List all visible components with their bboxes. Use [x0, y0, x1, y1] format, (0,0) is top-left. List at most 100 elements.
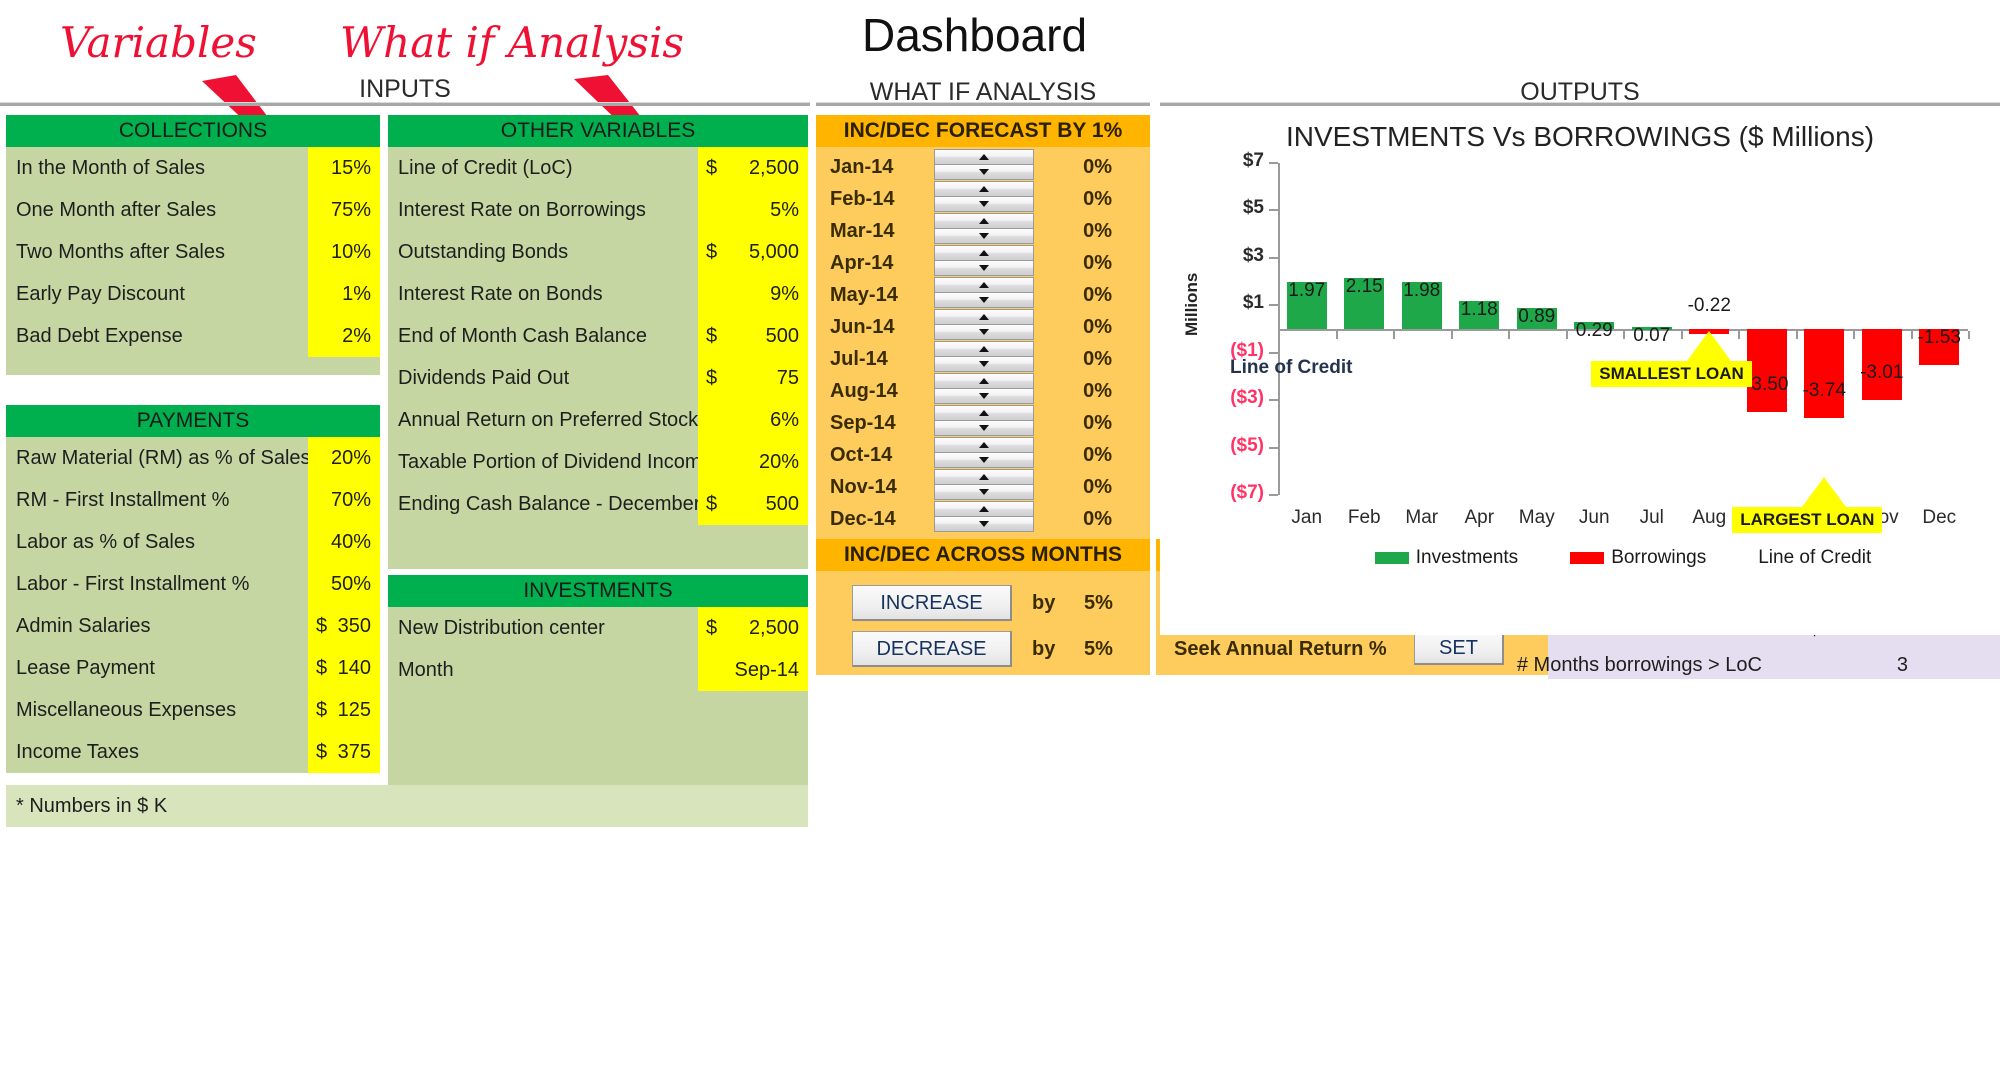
spinner-down-button[interactable]: [934, 324, 1034, 340]
spinner-up-button[interactable]: [934, 213, 1034, 229]
payments-table-value-cell[interactable]: $375: [308, 731, 380, 773]
payments-table-value-cell[interactable]: 40%: [308, 521, 380, 563]
forecast-spinner[interactable]: [934, 149, 1034, 180]
payments-table-value-cell[interactable]: 20%: [308, 437, 380, 479]
other-variables-table-header: OTHER VARIABLES: [388, 115, 808, 147]
spinner-up-button[interactable]: [934, 277, 1034, 293]
other-variables-table-label: Interest Rate on Bonds: [398, 283, 603, 305]
spinner-up-button[interactable]: [934, 405, 1034, 421]
payments-table-value: 20%: [330, 447, 371, 469]
collections-table-label: One Month after Sales: [16, 199, 217, 221]
forecast-spinner[interactable]: [934, 373, 1034, 404]
forecast-spinner[interactable]: [934, 277, 1034, 308]
spinner-up-button[interactable]: [934, 373, 1034, 389]
payments-table-value-cell[interactable]: $350: [308, 605, 380, 647]
increase-percent-value[interactable]: 5%: [1084, 585, 1113, 621]
forecast-body: Jan-14 0% Feb-14 0% Mar-14 0% Apr-14 0% May-14 0%…: [816, 147, 1150, 539]
payments-table-value-cell[interactable]: $125: [308, 689, 380, 731]
forecast-spinner[interactable]: [934, 309, 1034, 340]
forecast-month-label: Oct-14: [830, 444, 893, 466]
forecast-spinner[interactable]: [934, 469, 1034, 500]
collections-table-value: 15%: [330, 157, 371, 179]
forecast-spinner[interactable]: [934, 181, 1034, 212]
spinner-down-button[interactable]: [934, 164, 1034, 180]
forecast-spinner[interactable]: [934, 405, 1034, 436]
decrease-button[interactable]: DECREASE: [852, 631, 1012, 667]
spinner-up-button[interactable]: [934, 469, 1034, 485]
forecast-month-label: Mar-14: [830, 220, 895, 242]
spinner-down-button[interactable]: [934, 420, 1034, 436]
forecast-spinner[interactable]: [934, 437, 1034, 468]
investments-table-value-cell[interactable]: $2,500: [698, 607, 808, 649]
callout-label: LARGEST LOAN: [1732, 507, 1883, 533]
triangle-up-icon: [979, 186, 989, 192]
spinner-down-button[interactable]: [934, 196, 1034, 212]
investments-table-value-cell[interactable]: Sep-14: [698, 649, 808, 691]
triangle-down-icon: [979, 361, 989, 367]
spinner-up-button[interactable]: [934, 181, 1034, 197]
other-variables-table-row: End of Month Cash Balance $500: [388, 315, 808, 357]
triangle-up-icon: [979, 218, 989, 224]
spinner-up-button[interactable]: [934, 341, 1034, 357]
collections-table-value-cell[interactable]: 10%: [308, 231, 380, 273]
spinner-down-button[interactable]: [934, 484, 1034, 500]
triangle-up-icon: [979, 154, 989, 160]
spinner-down-button[interactable]: [934, 356, 1034, 372]
forecast-spinner[interactable]: [934, 341, 1034, 372]
forecast-spinner[interactable]: [934, 213, 1034, 244]
other-variables-table-value-cell[interactable]: $500: [698, 315, 808, 357]
spinner-up-button[interactable]: [934, 149, 1034, 165]
forecast-month-label: May-14: [830, 284, 898, 306]
collections-table-value-cell[interactable]: 75%: [308, 189, 380, 231]
other-variables-table-value-cell[interactable]: 20%: [698, 441, 808, 483]
chart-x-tick-mark: [1738, 331, 1740, 339]
payments-table-value-cell[interactable]: 50%: [308, 563, 380, 605]
collections-table-value-cell[interactable]: 2%: [308, 315, 380, 357]
decrease-percent-value[interactable]: 5%: [1084, 631, 1113, 667]
payments-table-value-cell[interactable]: $140: [308, 647, 380, 689]
payments-table-currency: $: [316, 699, 328, 721]
goal-seek-label: Seek Annual Return %: [1174, 638, 1387, 660]
spinner-down-button[interactable]: [934, 260, 1034, 276]
investments-table-body: New Distribution center $2,500 Month Sep-14: [388, 607, 808, 785]
spinner-up-button[interactable]: [934, 245, 1034, 261]
other-variables-table-value-cell[interactable]: $5,000: [698, 231, 808, 273]
triangle-up-icon: [979, 314, 989, 320]
chart-y-tick-mark: [1269, 209, 1278, 212]
investments-vs-borrowings-chart: INVESTMENTS Vs BORROWINGS ($ Millions) $7…: [1160, 115, 2000, 635]
increase-button[interactable]: INCREASE: [852, 585, 1012, 621]
spinner-up-button[interactable]: [934, 437, 1034, 453]
spinner-down-button[interactable]: [934, 516, 1034, 532]
chart-x-tick-mark: [1393, 331, 1395, 339]
other-variables-table-value: 2,500: [748, 157, 799, 179]
spinner-up-button[interactable]: [934, 501, 1034, 517]
chart-legend-item: Borrowings: [1570, 547, 1706, 568]
other-variables-table-value: 75: [776, 367, 799, 389]
chart-data-label: -3.01: [1860, 362, 1904, 384]
spinner-up-button[interactable]: [934, 309, 1034, 325]
spinner-down-button[interactable]: [934, 228, 1034, 244]
chart-y-tick-mark: [1269, 494, 1278, 496]
chart-data-label: -0.22: [1687, 295, 1731, 316]
other-variables-table-value-cell[interactable]: 5%: [698, 189, 808, 231]
investments-table-value: Sep-14: [734, 659, 800, 681]
other-variables-table-value-cell[interactable]: $500: [698, 483, 808, 525]
key-metrics-value: 3: [1896, 654, 1908, 676]
goal-seek-set-button[interactable]: SET: [1414, 631, 1504, 665]
collections-table-value-cell[interactable]: 1%: [308, 273, 380, 315]
spinner-down-button[interactable]: [934, 452, 1034, 468]
payments-table-value-cell[interactable]: 70%: [308, 479, 380, 521]
forecast-spinner[interactable]: [934, 501, 1034, 532]
chart-data-label: -1.53: [1917, 327, 1961, 349]
forecast-percent-value: 0%: [1083, 444, 1112, 466]
other-variables-table-value-cell[interactable]: $75: [698, 357, 808, 399]
chart-x-tick-mark: [1278, 331, 1280, 339]
other-variables-table-value-cell[interactable]: 6%: [698, 399, 808, 441]
forecast-spinner[interactable]: [934, 245, 1034, 276]
other-variables-table-value-cell[interactable]: 9%: [698, 273, 808, 315]
spinner-down-button[interactable]: [934, 388, 1034, 404]
other-variables-table-value-cell[interactable]: $2,500: [698, 147, 808, 189]
spinner-down-button[interactable]: [934, 292, 1034, 308]
collections-table-value-cell[interactable]: 15%: [308, 147, 380, 189]
payments-table-label: Labor - First Installment %: [16, 573, 250, 595]
